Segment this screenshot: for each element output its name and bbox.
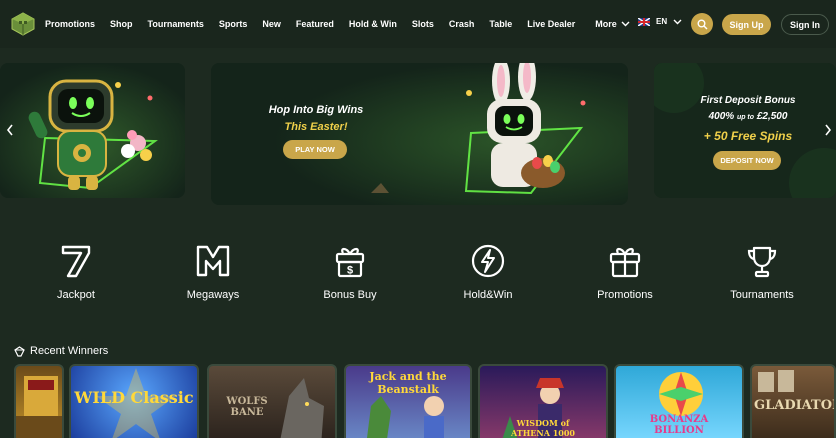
sign-up-button[interactable]: Sign Up [722,14,771,35]
game-title: BONANZA BILLION [649,414,709,436]
offer-upto: up to [736,114,755,121]
game-tile-wild-classic[interactable]: WILD Classic [69,364,199,438]
nav-tournaments[interactable]: Tournaments [148,19,204,29]
chevron-down-icon [621,21,630,27]
game-title: WOLFS BANE [226,396,268,418]
chevron-down-icon [673,19,682,24]
category-label: Bonus Buy [323,289,377,301]
banner-main-title: Hop Into Big Wins [268,104,364,116]
svg-text:$: $ [347,265,353,277]
sign-in-button[interactable]: Sign In [781,14,829,35]
banner-deposit-spins: + 50 Free Spins [703,129,793,143]
category-label: Jackpot [57,289,95,301]
game-tile-wolfs-bane[interactable]: WOLFS BANE [207,364,337,438]
category-promotions[interactable]: Promotions [565,243,685,301]
category-label: Hold&Win [463,289,513,301]
category-bonus-buy[interactable]: $ Bonus Buy [290,243,410,301]
game-thumbnail [16,376,62,438]
play-now-button[interactable]: PLAY NOW [283,140,347,159]
search-button[interactable] [691,13,713,35]
category-tournaments[interactable]: Tournaments [702,243,822,301]
banner-deposit-offer: 400% up to £2,500 [654,111,836,122]
deposit-now-button[interactable]: DEPOSIT NOW [713,151,781,170]
nav-live-dealer[interactable]: Live Dealer [527,19,575,29]
game-tile-jack-beanstalk[interactable]: Jack and the Beanstalk [344,364,472,438]
main-nav: Promotions Shop Tournaments Sports New F… [45,0,645,48]
game-title: Jack and the Beanstalk [369,370,447,396]
offer-amount: £2,500 [756,111,788,122]
banner-main-subtitle: This Easter! [284,121,348,133]
category-label: Megaways [186,289,240,301]
banner-slide-previous[interactable] [0,63,185,198]
category-jackpot[interactable]: Jackpot [16,243,136,301]
category-shortcuts: Jackpot Megaways $ Bonus Buy Hold&Win Pr… [0,243,836,307]
recent-winners-heading: Recent Winners [14,345,108,357]
lightning-icon [471,244,505,278]
language-label: EN [656,17,668,26]
uk-flag-icon [638,17,650,26]
category-megaways[interactable]: Megaways [153,243,273,301]
banner-deposit-title: First Deposit Bonus [700,95,796,106]
game-tile-bonanza-billion[interactable]: BONANZA BILLION [614,364,744,438]
bunny-robot-image [211,63,628,205]
category-label: Promotions [597,289,653,301]
nav-featured[interactable]: Featured [296,19,334,29]
megaways-m-icon [196,245,230,277]
logo-icon[interactable] [11,12,35,36]
chevron-right-icon [825,124,832,136]
gift-icon [609,247,641,278]
promo-carousel: Hop Into Big Wins This Easter! PLAY NOW … [0,48,836,213]
nav-more-label: More [595,19,617,29]
game-title: WISDOM of ATHENA 1000 [511,418,575,438]
game-title: WILD Classic [74,388,194,407]
nav-hold-win[interactable]: Hold & Win [349,19,397,29]
nav-new[interactable]: New [262,19,281,29]
nav-slots[interactable]: Slots [412,19,434,29]
nav-more-dropdown[interactable]: More [595,19,630,29]
category-label: Tournaments [730,289,794,301]
recent-winners-title: Recent Winners [30,345,109,357]
game-tile-gladiator[interactable]: GLADIATOR [750,364,836,438]
winners-icon [14,345,25,357]
recent-winners-row: WILD Classic WOLFS BANE Jack and the Bea… [0,364,836,438]
language-selector[interactable]: EN [638,17,682,26]
chevron-left-icon [6,124,13,136]
nav-sports[interactable]: Sports [219,19,248,29]
carousel-prev-arrow[interactable] [4,122,16,138]
game-tile-partial[interactable] [14,364,64,438]
seven-icon [61,245,91,278]
nav-crash[interactable]: Crash [449,19,475,29]
game-tile-wisdom-athena[interactable]: WISDOM of ATHENA 1000 [478,364,608,438]
banner-slide-easter[interactable]: Hop Into Big Wins This Easter! PLAY NOW [211,63,628,205]
nav-table[interactable]: Table [489,19,512,29]
nav-promotions[interactable]: Promotions [45,19,95,29]
trophy-icon [747,246,777,278]
bonus-buy-gift-icon: $ [335,247,365,278]
offer-percent: 400% [708,111,735,122]
game-title: GLADIATOR [754,398,836,413]
category-hold-win[interactable]: Hold&Win [428,243,548,301]
top-header: Promotions Shop Tournaments Sports New F… [0,0,836,48]
banner-slide-deposit[interactable]: First Deposit Bonus 400% up to £2,500 + … [654,63,836,198]
search-icon [697,19,707,29]
robot-mascot-image [0,63,185,198]
carousel-next-arrow[interactable] [822,122,834,138]
nav-shop[interactable]: Shop [110,19,133,29]
